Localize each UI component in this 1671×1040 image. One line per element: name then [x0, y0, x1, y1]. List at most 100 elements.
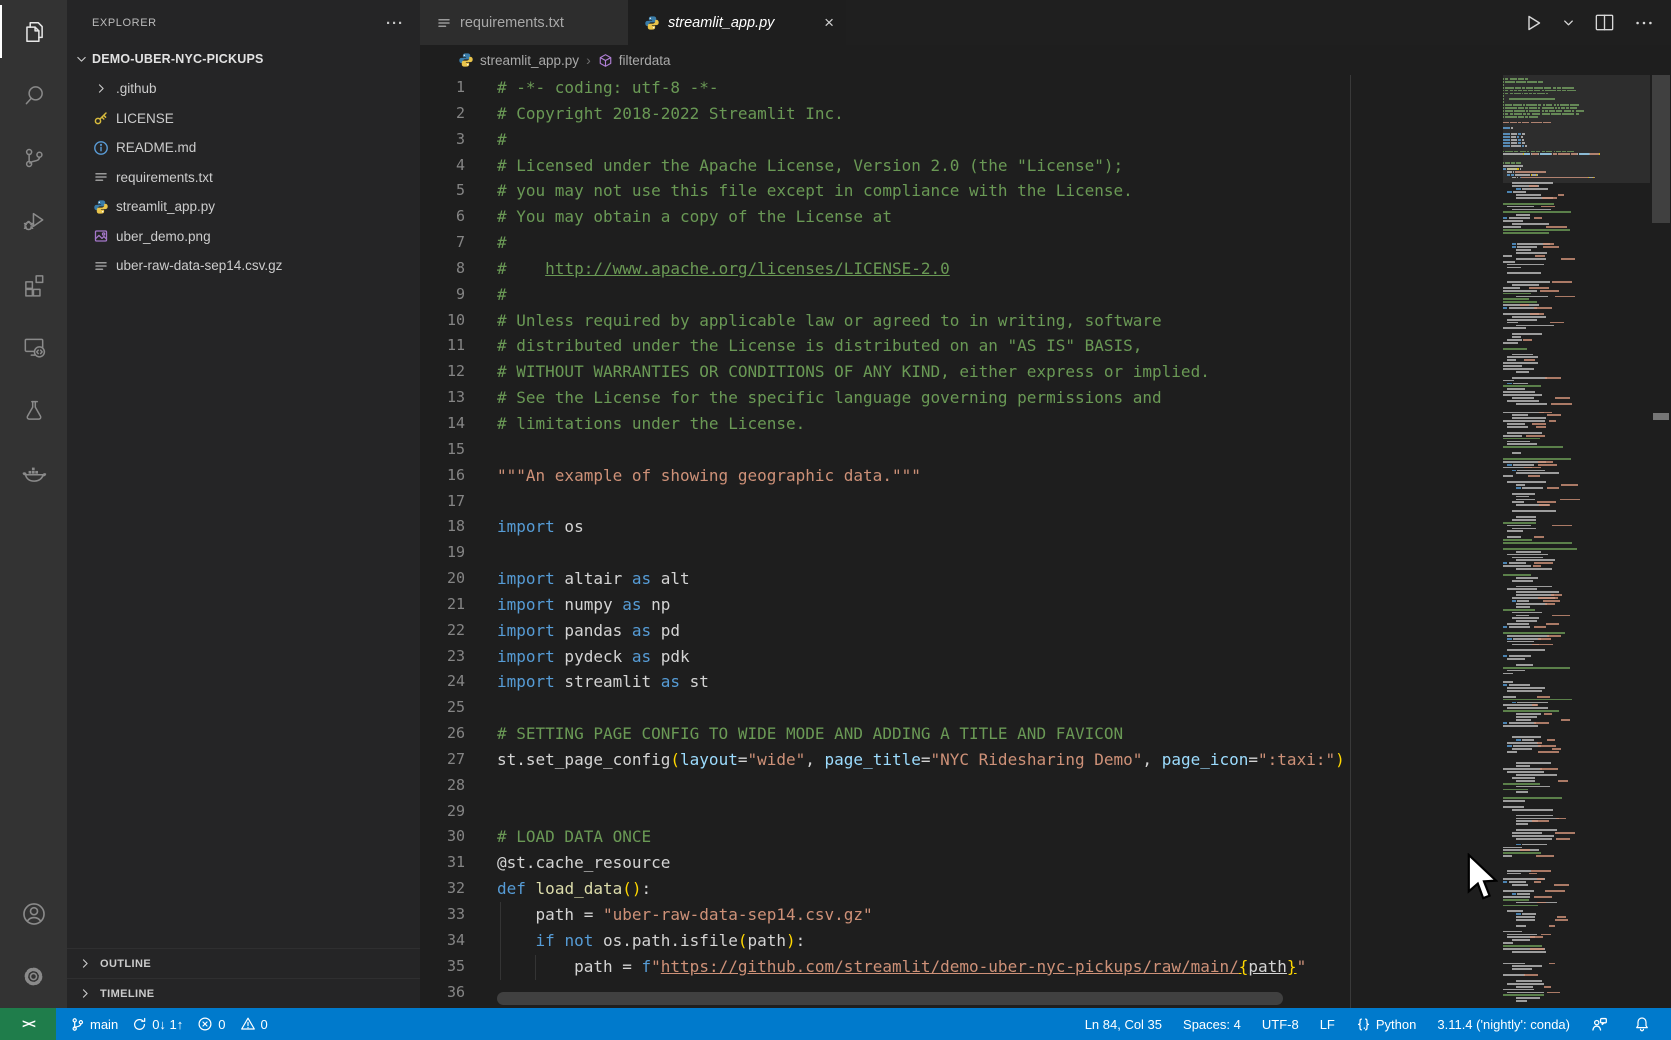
status-item-problems-errors[interactable]: 0 — [197, 1016, 225, 1032]
code-line[interactable]: 17 — [420, 489, 1671, 515]
activity-bar-item-testing[interactable] — [0, 378, 67, 441]
line-number[interactable]: 16 — [420, 463, 465, 489]
line-number[interactable]: 21 — [420, 592, 465, 618]
line-number[interactable]: 5 — [420, 178, 465, 204]
file-item-uber-raw-data-sep14-csv-gz[interactable]: uber-raw-data-sep14.csv.gz — [67, 251, 420, 281]
code-line[interactable]: 4# Licensed under the Apache License, Ve… — [420, 153, 1671, 179]
code-line[interactable]: 24import streamlit as st — [420, 669, 1671, 695]
split-editor-button[interactable] — [1593, 11, 1616, 34]
line-number[interactable]: 12 — [420, 359, 465, 385]
line-number[interactable]: 34 — [420, 928, 465, 954]
file-item-uber-demo-png[interactable]: uber_demo.png — [67, 222, 420, 252]
line-number[interactable]: 1 — [420, 75, 465, 101]
line-number[interactable]: 13 — [420, 385, 465, 411]
code-line[interactable]: 8# http://www.apache.org/licenses/LICENS… — [420, 256, 1671, 282]
line-number[interactable]: 3 — [420, 127, 465, 153]
code-line[interactable]: 1# -*- coding: utf-8 -*- — [420, 75, 1671, 101]
horizontal-scrollbar-thumb[interactable] — [497, 992, 1283, 1005]
code-line[interactable]: 20import altair as alt — [420, 566, 1671, 592]
status-item-indentation[interactable]: Spaces: 4 — [1183, 1017, 1241, 1032]
file-item-license[interactable]: LICENSE — [67, 104, 420, 134]
code-line[interactable]: 34 if not os.path.isfile(path): — [420, 928, 1671, 954]
line-number[interactable]: 36 — [420, 980, 465, 1006]
vertical-scrollbar-thumb[interactable] — [1652, 75, 1670, 223]
code-line[interactable]: 10# Unless required by applicable law or… — [420, 308, 1671, 334]
file-item-requirements-txt[interactable]: requirements.txt — [67, 163, 420, 193]
code-line[interactable]: 11# distributed under the License is dis… — [420, 333, 1671, 359]
status-item-language-mode[interactable]: Python — [1356, 1017, 1416, 1032]
code-line[interactable]: 31@st.cache_resource — [420, 850, 1671, 876]
line-number[interactable]: 27 — [420, 747, 465, 773]
activity-bar-item-search[interactable] — [0, 63, 67, 126]
status-item-eol[interactable]: LF — [1320, 1017, 1335, 1032]
line-number[interactable]: 18 — [420, 514, 465, 540]
line-number[interactable]: 29 — [420, 799, 465, 825]
line-number[interactable]: 6 — [420, 204, 465, 230]
editor-content[interactable]: 1# -*- coding: utf-8 -*-2# Copyright 201… — [420, 75, 1671, 1008]
code-line[interactable]: 2# Copyright 2018-2022 Streamlit Inc. — [420, 101, 1671, 127]
line-number[interactable]: 2 — [420, 101, 465, 127]
folder-root-row[interactable]: DEMO-UBER-NYC-PICKUPS — [67, 46, 420, 72]
breadcrumb-symbol[interactable]: filterdata — [598, 53, 671, 68]
line-number[interactable]: 35 — [420, 954, 465, 980]
line-number[interactable]: 22 — [420, 618, 465, 644]
code-line[interactable]: 13# See the License for the specific lan… — [420, 385, 1671, 411]
line-number[interactable]: 7 — [420, 230, 465, 256]
line-number[interactable]: 23 — [420, 644, 465, 670]
remote-indicator[interactable]: >< — [0, 1008, 56, 1040]
line-number[interactable]: 10 — [420, 308, 465, 334]
code-line[interactable]: 12# WITHOUT WARRANTIES OR CONDITIONS OF … — [420, 359, 1671, 385]
code-line[interactable]: 26# SETTING PAGE CONFIG TO WIDE MODE AND… — [420, 721, 1671, 747]
code-line[interactable]: 14# limitations under the License. — [420, 411, 1671, 437]
breadcrumb-file[interactable]: streamlit_app.py — [458, 52, 579, 68]
run-options-dropdown-button[interactable] — [1561, 15, 1576, 30]
code-line[interactable]: 21import numpy as np — [420, 592, 1671, 618]
tab-streamlit-app-py[interactable]: streamlit_app.py× — [628, 0, 846, 45]
activity-bar-item-run-debug[interactable] — [0, 189, 67, 252]
file-item--github[interactable]: .github — [67, 74, 420, 104]
line-number[interactable]: 17 — [420, 489, 465, 515]
status-item-git-branch[interactable]: main — [70, 1017, 118, 1032]
code-line[interactable]: 23import pydeck as pdk — [420, 644, 1671, 670]
code-line[interactable]: 5# you may not use this file except in c… — [420, 178, 1671, 204]
status-item-notifications[interactable] — [1634, 1016, 1655, 1032]
code-line[interactable]: 6# You may obtain a copy of the License … — [420, 204, 1671, 230]
explorer-more-actions-button[interactable]: ··· — [386, 15, 404, 32]
sidebar-section-timeline[interactable]: TIMELINE — [67, 978, 420, 1008]
code-line[interactable]: 28 — [420, 773, 1671, 799]
file-item-readme-md[interactable]: README.md — [67, 133, 420, 163]
line-number[interactable]: 9 — [420, 282, 465, 308]
activity-bar-item-accounts[interactable] — [0, 882, 67, 945]
line-number[interactable]: 30 — [420, 824, 465, 850]
line-number[interactable]: 26 — [420, 721, 465, 747]
minimap[interactable] — [1503, 75, 1650, 1008]
line-number[interactable]: 11 — [420, 333, 465, 359]
line-number[interactable]: 24 — [420, 669, 465, 695]
activity-bar-item-docker[interactable] — [0, 441, 67, 504]
code-line[interactable]: 35 path = f"https://github.com/streamlit… — [420, 954, 1671, 980]
line-number[interactable]: 20 — [420, 566, 465, 592]
line-number[interactable]: 15 — [420, 437, 465, 463]
file-item-streamlit-app-py[interactable]: streamlit_app.py — [67, 192, 420, 222]
line-number[interactable]: 31 — [420, 850, 465, 876]
line-number[interactable]: 4 — [420, 153, 465, 179]
status-item-cursor-position[interactable]: Ln 84, Col 35 — [1085, 1017, 1162, 1032]
status-item-problems-warnings[interactable]: 0 — [240, 1016, 268, 1032]
sidebar-section-outline[interactable]: OUTLINE — [67, 948, 420, 978]
tab-requirements-txt[interactable]: requirements.txt — [420, 0, 628, 45]
code-line[interactable]: 7# — [420, 230, 1671, 256]
activity-bar-item-source-control[interactable] — [0, 126, 67, 189]
code-line[interactable]: 29 — [420, 799, 1671, 825]
code-line[interactable]: 33 path = "uber-raw-data-sep14.csv.gz" — [420, 902, 1671, 928]
more-actions-button[interactable] — [1633, 12, 1655, 34]
status-item-feedback[interactable] — [1591, 1016, 1613, 1033]
run-python-file-button[interactable] — [1522, 12, 1544, 34]
code-line[interactable]: 27st.set_page_config(layout="wide", page… — [420, 747, 1671, 773]
close-icon[interactable]: × — [824, 14, 834, 31]
line-number[interactable]: 8 — [420, 256, 465, 282]
status-item-encoding[interactable]: UTF-8 — [1262, 1017, 1299, 1032]
code-line[interactable]: 3# — [420, 127, 1671, 153]
line-number[interactable]: 28 — [420, 773, 465, 799]
code-line[interactable]: 15 — [420, 437, 1671, 463]
activity-bar-item-explorer[interactable] — [0, 0, 67, 63]
